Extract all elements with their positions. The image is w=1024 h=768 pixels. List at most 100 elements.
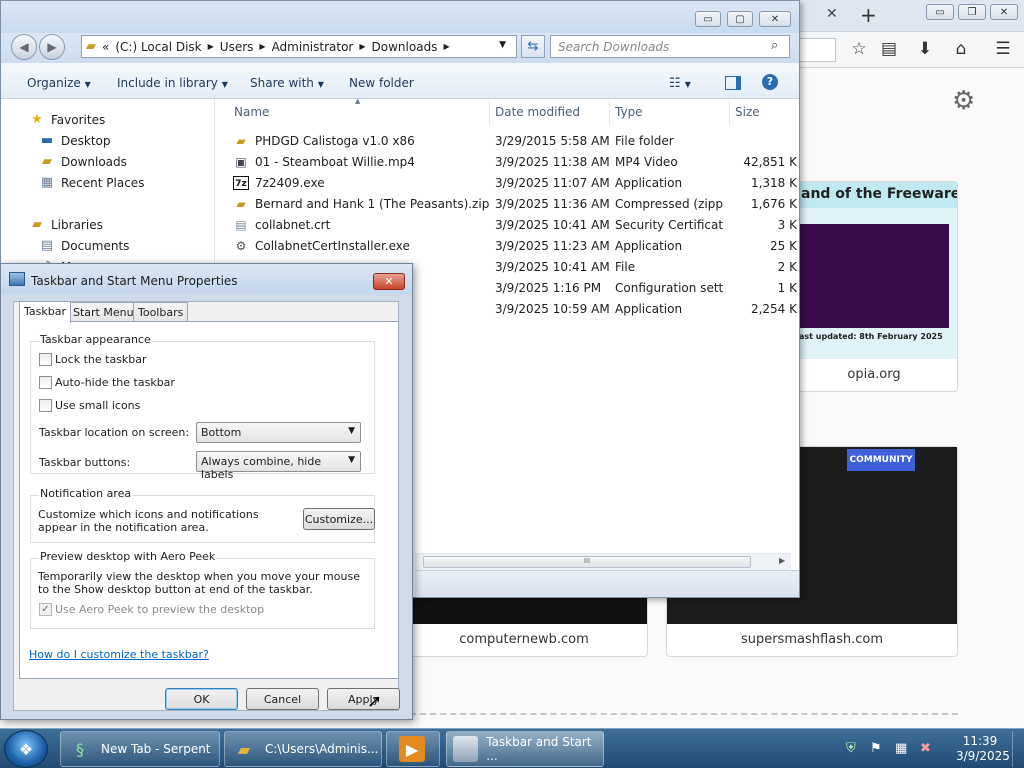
include-library-button[interactable]: Include in library ▼ [117,76,228,90]
chevron-down-icon[interactable]: ▼ [499,40,506,50]
aero-peek-text: Temporarily view the desktop when you mo… [38,570,360,596]
column-date[interactable]: Date modified [495,105,580,121]
autohide-checkbox[interactable]: Auto-hide the taskbar [39,376,175,389]
close-tab-icon[interactable]: ✕ [826,6,842,24]
share-with-button[interactable]: Share with ▼ [250,76,324,90]
browser-restore-button[interactable]: ❐ [958,4,986,20]
bookmark-star-icon[interactable]: ☆ [846,36,872,62]
nav-downloads-label: Downloads [61,154,127,169]
refresh-icon[interactable]: ⇆ [521,35,545,58]
library-icon[interactable]: ▤ [876,36,902,62]
address-bar[interactable]: ▰ « (C:) Local Disk ▶ Users ▶ Administra… [81,35,517,58]
chevron-right-icon[interactable]: ▶ [443,42,449,51]
checkmark-icon[interactable]: ✓ [39,603,52,616]
apply-button[interactable]: Apply [327,688,400,710]
explorer-close-button[interactable]: ✕ [759,11,791,27]
file-row[interactable]: 7z 7z2409.exe 3/9/2025 11:07 AM Application… [233,173,799,194]
explorer-maximize-button[interactable]: ▢ [727,11,753,27]
column-divider[interactable] [609,101,610,125]
column-divider[interactable] [489,101,490,125]
nav-libraries[interactable]: ▰ Libraries [29,214,103,235]
downloads-icon[interactable]: ⬇ [912,36,938,62]
explorer-titlebar[interactable]: ▭ ▢ ✕ [1,1,799,33]
new-folder-button[interactable]: New folder [349,76,414,90]
tab-toolbars[interactable]: Toolbars [133,302,189,322]
checkbox-box[interactable] [39,399,52,412]
chevron-right-icon[interactable]: ▶ [208,42,214,51]
organize-button[interactable]: Organize ▼ [27,76,91,90]
address-part-disk[interactable]: (C:) Local Disk [115,40,201,54]
horizontal-scrollbar[interactable]: III ▶ [415,553,791,570]
customize-button[interactable]: Customize... [303,508,375,530]
taskbar-item-properties[interactable]: Taskbar and Start ... [446,731,604,767]
nav-recent-places[interactable]: ▦ Recent Places [39,172,145,193]
column-size[interactable]: Size [735,105,760,121]
file-row[interactable]: ▰ Bernard and Hank 1 (The Peasants).zip 3/… [233,194,799,215]
browser-close-button[interactable]: ✕ [990,4,1018,20]
search-input[interactable]: Search Downloads [550,35,790,58]
top-site-tile[interactable]: and of the Freeware ast updated: 8th Feb… [790,181,958,392]
column-type[interactable]: Type [615,105,643,121]
nav-documents[interactable]: ▤ Documents [39,235,130,256]
dialog-close-button[interactable]: ✕ [373,273,405,290]
cancel-button[interactable]: Cancel [246,688,319,710]
system-clock[interactable]: 11:39 3/9/2025 [956,734,1010,764]
lock-taskbar-checkbox[interactable]: Lock the taskbar [39,353,147,366]
address-part-users[interactable]: Users [220,40,254,54]
taskbar-item-media-player[interactable]: ▶ [386,731,440,767]
autohide-label: Auto-hide the taskbar [55,376,175,389]
address-part-admin[interactable]: Administrator [272,40,354,54]
checkbox-box[interactable] [39,376,52,389]
explorer-minimize-button[interactable]: ▭ [695,11,721,27]
small-icons-checkbox[interactable]: Use small icons [39,399,140,412]
home-icon[interactable]: ⌂ [948,36,974,62]
browser-minimize-button[interactable]: ▭ [926,4,954,20]
address-chevron[interactable]: « [102,40,109,54]
nav-desktop[interactable]: ▬ Desktop [39,130,111,151]
preview-pane-icon[interactable] [725,76,741,90]
gear-icon[interactable]: ⚙ [952,86,982,116]
nav-recent-label: Recent Places [61,175,145,190]
chevron-right-icon[interactable]: ▶ [359,42,365,51]
file-row[interactable]: ▤ collabnet.crt 3/9/2025 10:41 AM Security … [233,215,799,236]
tab-start-menu[interactable]: Start Menu [68,302,139,322]
column-name[interactable]: Name [234,105,269,121]
tile-thumb-panel [799,224,949,328]
dialog-titlebar[interactable]: Taskbar and Start Menu Properties ✕ [1,264,412,294]
show-desktop-button[interactable] [1012,731,1022,767]
ok-button[interactable]: OK [165,688,238,710]
tile-thumb-title: and of the Freeware [791,182,957,208]
nav-downloads[interactable]: ▰ Downloads [39,151,127,172]
taskbar-item-browser[interactable]: § New Tab - Serpent [60,731,220,767]
nav-libraries-label: Libraries [51,217,103,232]
network-icon[interactable]: ▦ [895,741,907,756]
action-center-flag-icon[interactable]: ⚑ [870,741,882,756]
scroll-right-icon[interactable]: ▶ [779,556,785,565]
column-divider[interactable] [729,101,730,125]
chevron-right-icon[interactable]: ▶ [259,42,265,51]
checkbox-box[interactable] [39,353,52,366]
file-row[interactable]: ⚙ CollabnetCertInstaller.exe 3/9/2025 11:2… [233,236,799,257]
search-icon[interactable]: ⌕ [771,38,778,53]
help-icon[interactable]: ? [762,74,778,90]
aero-peek-checkbox[interactable]: ✓ Use Aero Peek to preview the desktop [39,603,264,616]
forward-button[interactable]: ▶ [39,34,65,60]
security-shield-icon[interactable]: ⛨ [846,741,856,756]
view-options-icon[interactable]: ☷ ▼ [669,76,691,91]
taskbar-item-explorer[interactable]: ▰ C:\Users\Adminis... [224,731,382,767]
nav-favorites[interactable]: ★ Favorites [29,109,105,130]
tab-taskbar[interactable]: Taskbar [19,301,71,323]
url-bar[interactable] [796,38,836,62]
file-row[interactable]: ▰ PHDGD Calistoga v1.0 x86 3/29/2015 5:58 … [233,131,799,152]
back-button[interactable]: ◀ [11,34,37,60]
scrollbar-thumb[interactable]: III [423,556,751,568]
address-part-downloads[interactable]: Downloads [372,40,438,54]
volume-muted-icon[interactable]: ✖ [920,741,931,756]
location-select[interactable]: Bottom ▼ [196,422,361,443]
buttons-select[interactable]: Always combine, hide labels ▼ [196,451,361,481]
menu-icon[interactable]: ☰ [990,36,1016,62]
start-button[interactable]: ❖ [4,730,48,768]
help-link[interactable]: How do I customize the taskbar? [29,648,209,661]
file-row[interactable]: ▣ 01 - Steamboat Willie.mp4 3/9/2025 11:38… [233,152,799,173]
new-tab-button[interactable]: + [860,3,878,27]
